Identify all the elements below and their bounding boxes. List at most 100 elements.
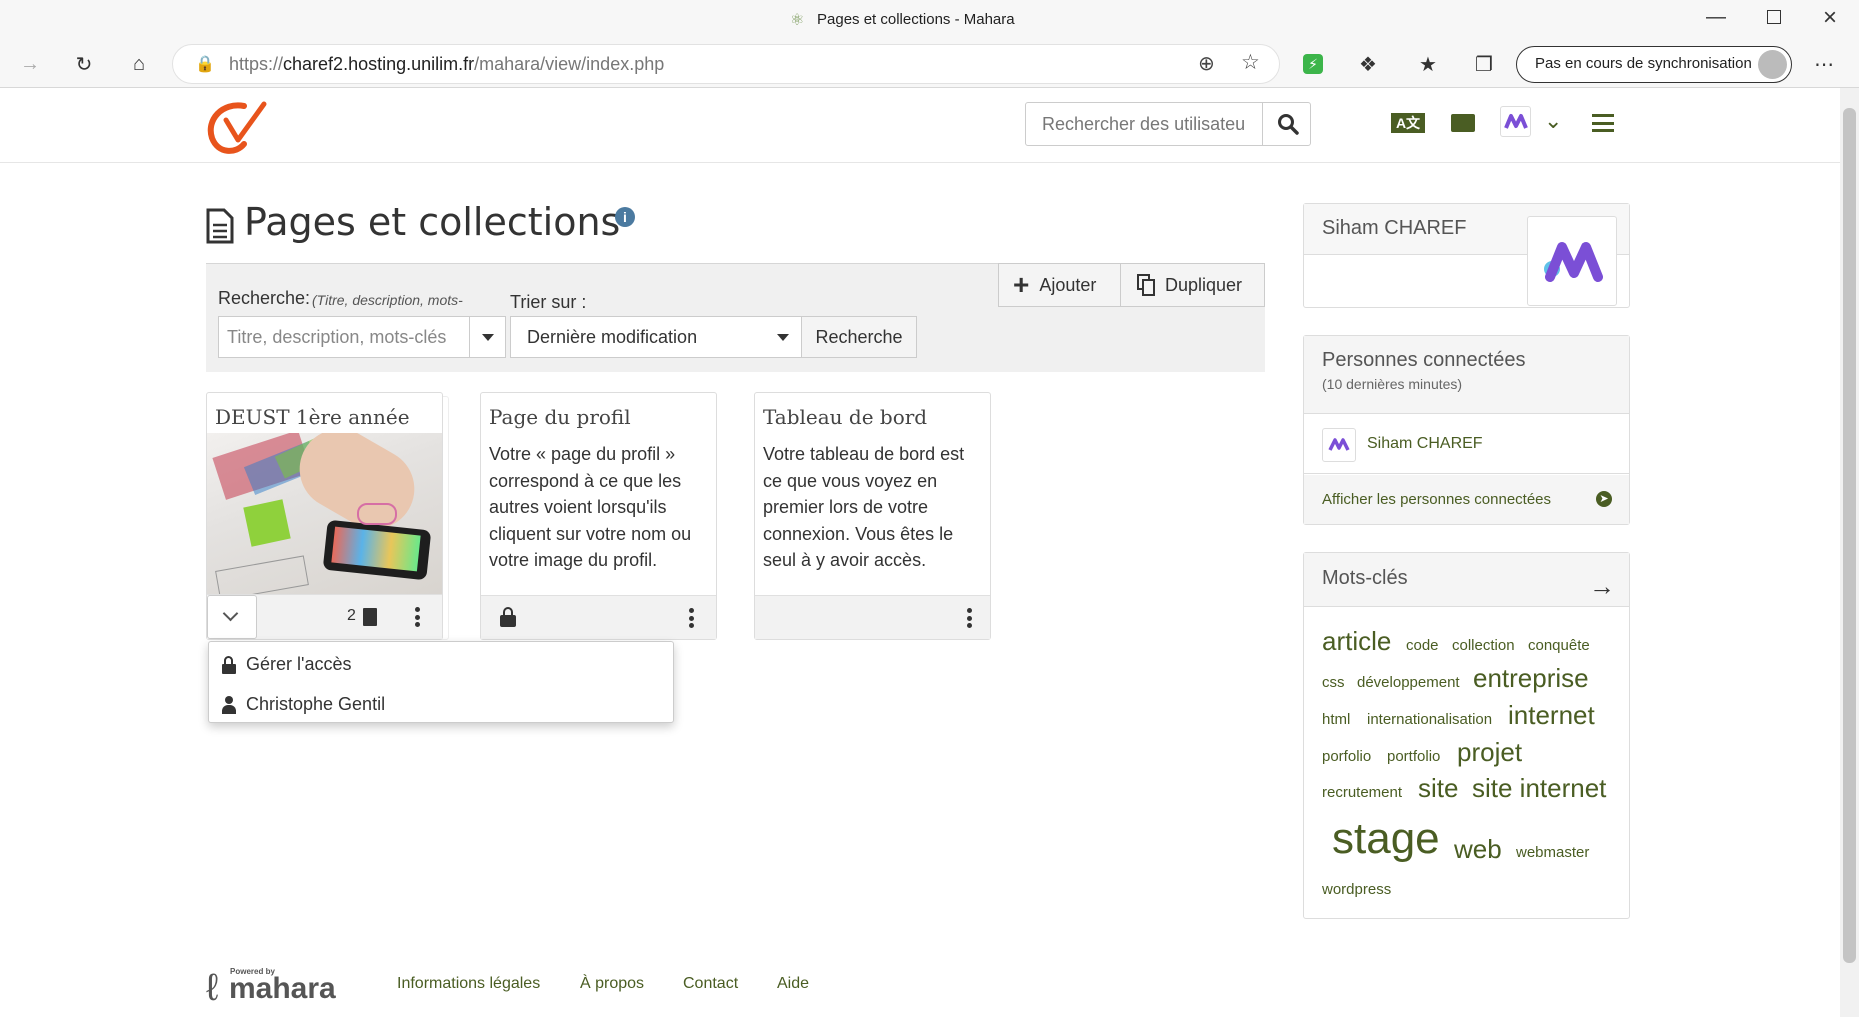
scrollbar-thumb[interactable]: [1843, 108, 1856, 963]
card-menu-icon[interactable]: [688, 608, 694, 628]
tag-link[interactable]: internationalisation: [1367, 711, 1492, 728]
user-menu-avatar[interactable]: [1500, 106, 1531, 137]
menu-item-label: Gérer l'accès: [246, 654, 352, 674]
expand-collection-button[interactable]: [207, 595, 257, 639]
mahara-avatar-icon: [1328, 438, 1350, 451]
profile-box: Siham CHAREF: [1303, 203, 1630, 308]
mahara-footer-logo[interactable]: ℓ Powered by mahara: [206, 964, 356, 1012]
more-icon[interactable]: ⋯: [1806, 46, 1842, 82]
plus-icon: +: [1013, 269, 1030, 300]
star-icon[interactable]: ☆: [1241, 50, 1260, 75]
mahara-tab-icon: ⚛: [790, 12, 805, 29]
page-title: Pages et collections: [244, 200, 621, 244]
sync-button[interactable]: Pas en cours de synchronisation: [1516, 46, 1792, 83]
info-icon[interactable]: i: [615, 207, 635, 227]
search-type-dropdown[interactable]: [469, 316, 506, 358]
search-input[interactable]: Titre, description, mots-clés: [218, 316, 470, 358]
collections-icon[interactable]: ❐: [1466, 46, 1502, 82]
tag-link[interactable]: site: [1418, 773, 1458, 804]
tag-link[interactable]: wordpress: [1322, 881, 1391, 898]
home-icon[interactable]: ⌂: [121, 46, 157, 82]
online-users-subtitle: (10 dernières minutes): [1322, 376, 1463, 392]
restore-icon[interactable]: [1767, 10, 1781, 24]
menu-item-manage-access[interactable]: Gérer l'accès: [222, 654, 351, 675]
minimize-icon[interactable]: —: [1706, 6, 1726, 29]
extensions-icon[interactable]: ❖: [1350, 46, 1386, 82]
tag-link[interactable]: webmaster: [1516, 844, 1589, 861]
tag-link[interactable]: porfolio: [1322, 748, 1371, 765]
sort-label: Trier sur :: [510, 292, 587, 312]
hamburger-menu-icon[interactable]: [1592, 114, 1614, 132]
page-card-profile[interactable]: Page du profil Votre « page du profil » …: [480, 392, 717, 640]
duplicate-button[interactable]: Dupliquer: [1120, 263, 1265, 307]
user-search-button[interactable]: [1262, 102, 1311, 146]
search-submit-button[interactable]: Recherche: [801, 316, 917, 358]
address-bar[interactable]: 🔒 https://charef2.hosting.unilim.fr/maha…: [172, 44, 1280, 84]
tag-link[interactable]: site internet: [1472, 773, 1606, 804]
language-icon[interactable]: A文: [1391, 113, 1425, 133]
access-dropdown-menu: Gérer l'accès Christophe Gentil: [208, 641, 674, 723]
window-title: Pages et collections - Mahara: [817, 11, 1015, 28]
tag-link[interactable]: code: [1406, 637, 1439, 654]
mahara-avatar-icon: [1504, 114, 1528, 129]
menu-item-user[interactable]: Christophe Gentil: [222, 694, 385, 715]
card-thumbnail-image: [207, 433, 442, 595]
sort-select[interactable]: Dernière modification: [510, 316, 802, 358]
refresh-icon[interactable]: ↻: [66, 46, 102, 82]
tag-link[interactable]: collection: [1452, 637, 1515, 654]
url-scheme: https://: [229, 54, 284, 74]
page-card-dashboard[interactable]: Tableau de bord Votre tableau de bord es…: [754, 392, 991, 640]
sync-label: Pas en cours de synchronisation: [1535, 55, 1752, 72]
online-users-box: Personnes connectées (10 dernières minut…: [1303, 335, 1630, 525]
tag-link[interactable]: conquête: [1528, 637, 1590, 654]
tag-link[interactable]: html: [1322, 711, 1350, 728]
chevron-down-icon[interactable]: ⌄: [1544, 108, 1562, 134]
arrow-right-icon[interactable]: →: [1589, 561, 1615, 611]
add-label: Ajouter: [1039, 274, 1097, 295]
show-online-users-label: Afficher les personnes connectées: [1322, 491, 1552, 508]
zoom-icon[interactable]: ⊕: [1198, 51, 1215, 76]
online-users-title: Personnes connectées: [1322, 349, 1526, 371]
show-online-users-link[interactable]: Afficher les personnes connectées ➤: [1304, 475, 1629, 524]
extension-icon[interactable]: ⚡: [1295, 46, 1331, 82]
footer-link-legal[interactable]: Informations légales: [397, 975, 540, 993]
profile-name[interactable]: Siham CHAREF: [1322, 217, 1466, 239]
search-submit-label: Recherche: [815, 326, 903, 347]
url-path: /mahara/view/index.php: [474, 54, 665, 74]
tag-link[interactable]: entreprise: [1473, 663, 1589, 694]
mahara-brand-text: mahara: [229, 972, 336, 1005]
duplicate-label: Dupliquer: [1165, 274, 1243, 295]
copy-icon: [1137, 274, 1155, 296]
footer-link-contact[interactable]: Contact: [683, 975, 738, 993]
favorites-icon[interactable]: ★: [1410, 46, 1446, 82]
close-window-icon[interactable]: ×: [1823, 4, 1837, 32]
tag-link[interactable]: article: [1322, 626, 1391, 657]
tag-link[interactable]: développement: [1357, 674, 1460, 691]
arrow-circle-right-icon: ➤: [1596, 491, 1612, 507]
online-user-name: Siham CHAREF: [1367, 435, 1483, 452]
user-search-placeholder: Rechercher des utilisateu: [1042, 114, 1246, 134]
tags-title: Mots-clés: [1322, 567, 1408, 589]
site-logo[interactable]: [204, 98, 268, 158]
add-button[interactable]: + Ajouter: [998, 263, 1121, 307]
profile-picture[interactable]: [1527, 216, 1617, 306]
unlock-icon: [222, 655, 236, 674]
tag-link[interactable]: recrutement: [1322, 784, 1402, 801]
card-title: DEUST 1ère année: [215, 405, 410, 429]
back-icon[interactable]: →: [12, 46, 48, 82]
tag-link[interactable]: internet: [1508, 700, 1595, 731]
tag-link[interactable]: portfolio: [1387, 748, 1440, 765]
mail-icon[interactable]: [1451, 114, 1475, 132]
footer-link-about[interactable]: À propos: [580, 975, 644, 993]
footer-link-help[interactable]: Aide: [777, 975, 809, 993]
search-placeholder: Titre, description, mots-clés: [227, 326, 447, 347]
tag-link[interactable]: web: [1454, 834, 1502, 865]
online-user-row[interactable]: Siham CHAREF: [1304, 414, 1629, 474]
url-host: charef2.hosting.unilim.fr: [283, 54, 475, 74]
tag-link[interactable]: projet: [1457, 737, 1522, 768]
card-menu-icon[interactable]: [414, 607, 420, 627]
card-menu-icon[interactable]: [966, 608, 972, 628]
tag-link[interactable]: stage: [1332, 814, 1440, 864]
collection-card-deust[interactable]: DEUST 1ère année 2: [206, 392, 443, 640]
tag-link[interactable]: css: [1322, 674, 1345, 691]
